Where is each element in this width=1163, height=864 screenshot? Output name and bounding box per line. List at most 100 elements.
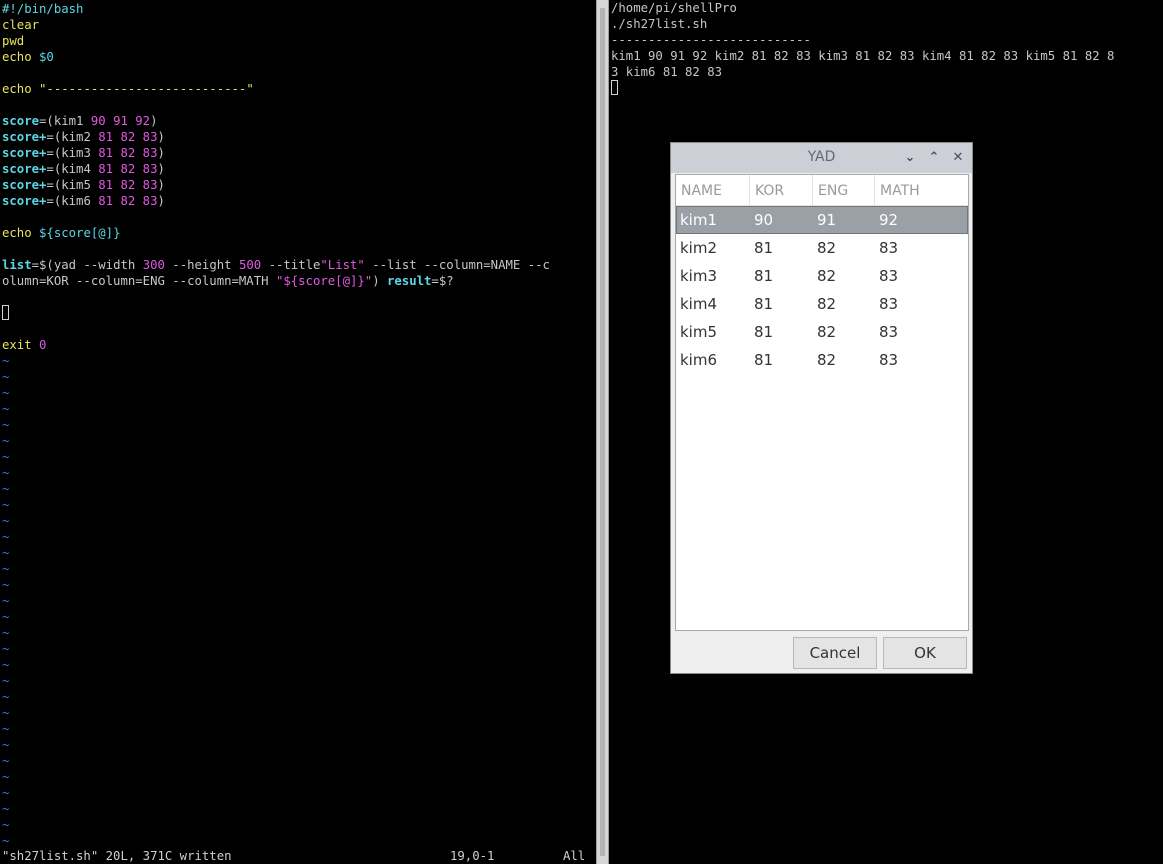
editor-line[interactable]: echo ${score[@]} [2,225,120,241]
list-view[interactable]: NAME KOR ENG MATH kim1 90 91 92 kim2 81 82 83 kim3 8… [675,174,969,631]
code-token: =(kim2 [46,130,99,144]
empty-line-tilde: ~ [2,690,10,704]
editor-line[interactable]: pwd [2,33,24,49]
editor-line[interactable]: echo "---------------------------" [2,81,254,97]
editor-line[interactable]: exit 0 [2,337,46,353]
code-token: ) [157,130,165,144]
code-token: score+ [2,162,47,176]
cursor-position: 19,0-1 [450,849,495,863]
terminal-line: kim1 90 91 92 kim2 81 82 83 kim3 81 82 8… [611,49,1115,63]
code-token: ${score[@]} [39,226,121,240]
editor-line[interactable]: score+=(kim2 81 82 83) [2,129,165,145]
text-cursor [611,80,618,95]
empty-line-tilde: ~ [2,738,10,752]
minimize-icon[interactable]: ⌄ [901,149,919,167]
empty-line-tilde: ~ [2,626,10,640]
code-token: olumn=KOR --column=ENG --column=MATH [2,274,276,288]
empty-line-tilde: ~ [2,530,10,544]
code-token: #!/bin/bash [2,2,84,16]
empty-line-tilde: ~ [2,418,10,432]
column-header[interactable]: MATH [875,175,970,205]
list-cell: 82 [817,351,837,369]
code-token: 90 91 92 [90,114,151,128]
list-cell: 92 [879,211,899,229]
empty-line-tilde: ~ [2,802,10,816]
maximize-icon[interactable]: ⌃ [925,149,943,167]
list-cell: kim2 [680,239,718,257]
code-token: "List" [320,258,365,272]
code-token: list [2,258,32,272]
column-header[interactable]: ENG [813,175,875,205]
column-header[interactable]: KOR [750,175,813,205]
code-token: pwd [2,34,25,48]
list-row[interactable]: kim1 90 91 92 [676,206,968,234]
empty-line-tilde: ~ [2,658,10,672]
editor-line[interactable]: clear [2,17,39,33]
pane-scrollbar[interactable] [596,0,609,864]
empty-line-tilde: ~ [2,834,10,848]
empty-line-tilde: ~ [2,498,10,512]
empty-line-tilde: ~ [2,786,10,800]
editor-line[interactable]: score+=(kim6 81 82 83) [2,193,165,209]
status-message: "sh27list.sh" 20L, 371C written [2,849,232,863]
list-header: NAME KOR ENG MATH [676,175,968,206]
editor-line[interactable]: olumn=KOR --column=ENG --column=MATH "${… [2,273,454,289]
code-token: ) [157,162,165,176]
close-icon[interactable]: ✕ [949,149,967,167]
code-token: exit [2,338,40,352]
list-cell: 82 [817,239,837,257]
terminal-line: 3 kim6 81 82 83 [611,65,723,79]
empty-line-tilde: ~ [2,466,10,480]
empty-line-tilde: ~ [2,354,10,368]
empty-line-tilde: ~ [2,450,10,464]
code-token: ) [157,178,165,192]
code-token: echo [2,226,40,240]
empty-line-tilde: ~ [2,722,10,736]
list-cell: kim6 [680,351,718,369]
editor-line[interactable]: score+=(kim5 81 82 83) [2,177,165,193]
list-row[interactable]: kim3 81 82 83 [676,262,968,290]
code-token: 500 [238,258,262,272]
editor-line[interactable]: score+=(kim4 81 82 83) [2,161,165,177]
empty-line-tilde: ~ [2,578,10,592]
text-cursor [2,305,9,320]
code-token: 300 [142,258,165,272]
code-token: ) [372,274,387,288]
scrollbar-thumb[interactable] [600,8,605,856]
editor-line[interactable]: #!/bin/bash [2,1,83,17]
terminal-line: ./sh27list.sh [611,17,708,31]
empty-line-tilde: ~ [2,610,10,624]
list-row[interactable]: kim5 81 82 83 [676,318,968,346]
code-token: ) [157,146,165,160]
cancel-button[interactable]: Cancel [793,637,877,669]
empty-line-tilde: ~ [2,434,10,448]
terminal-cursor-line [611,80,618,96]
code-token: result [387,274,432,288]
editor-line[interactable]: score=(kim1 90 91 92) [2,113,158,129]
code-token: =(kim3 [46,146,99,160]
scroll-position: All [563,849,586,863]
column-header[interactable]: NAME [676,175,750,205]
list-cell: 81 [754,239,774,257]
vim-editor-pane[interactable]: #!/bin/bash clear pwd echo $0 echo "--------… [0,0,596,864]
list-cell: kim5 [680,323,718,341]
list-cell: kim3 [680,267,718,285]
editor-line[interactable]: echo $0 [2,49,54,65]
list-cell: 83 [879,351,899,369]
editor-line[interactable] [2,305,9,321]
code-token: =(kim1 [39,114,91,128]
list-cell: 83 [879,295,899,313]
code-token: =$( [31,258,54,272]
list-row[interactable]: kim2 81 82 83 [676,234,968,262]
list-cell: 81 [754,295,774,313]
empty-line-tilde: ~ [2,482,10,496]
ok-button[interactable]: OK [883,637,967,669]
empty-line-tilde: ~ [2,546,10,560]
editor-line[interactable]: score+=(kim3 81 82 83) [2,145,165,161]
list-row[interactable]: kim4 81 82 83 [676,290,968,318]
list-cell: 81 [754,351,774,369]
editor-line[interactable]: list=$(yad --width 300 --height 500 --ti… [2,257,550,273]
dialog-titlebar[interactable]: YAD ⌄ ⌃ ✕ [671,143,972,173]
empty-line-tilde: ~ [2,562,10,576]
list-row[interactable]: kim6 81 82 83 [676,346,968,374]
